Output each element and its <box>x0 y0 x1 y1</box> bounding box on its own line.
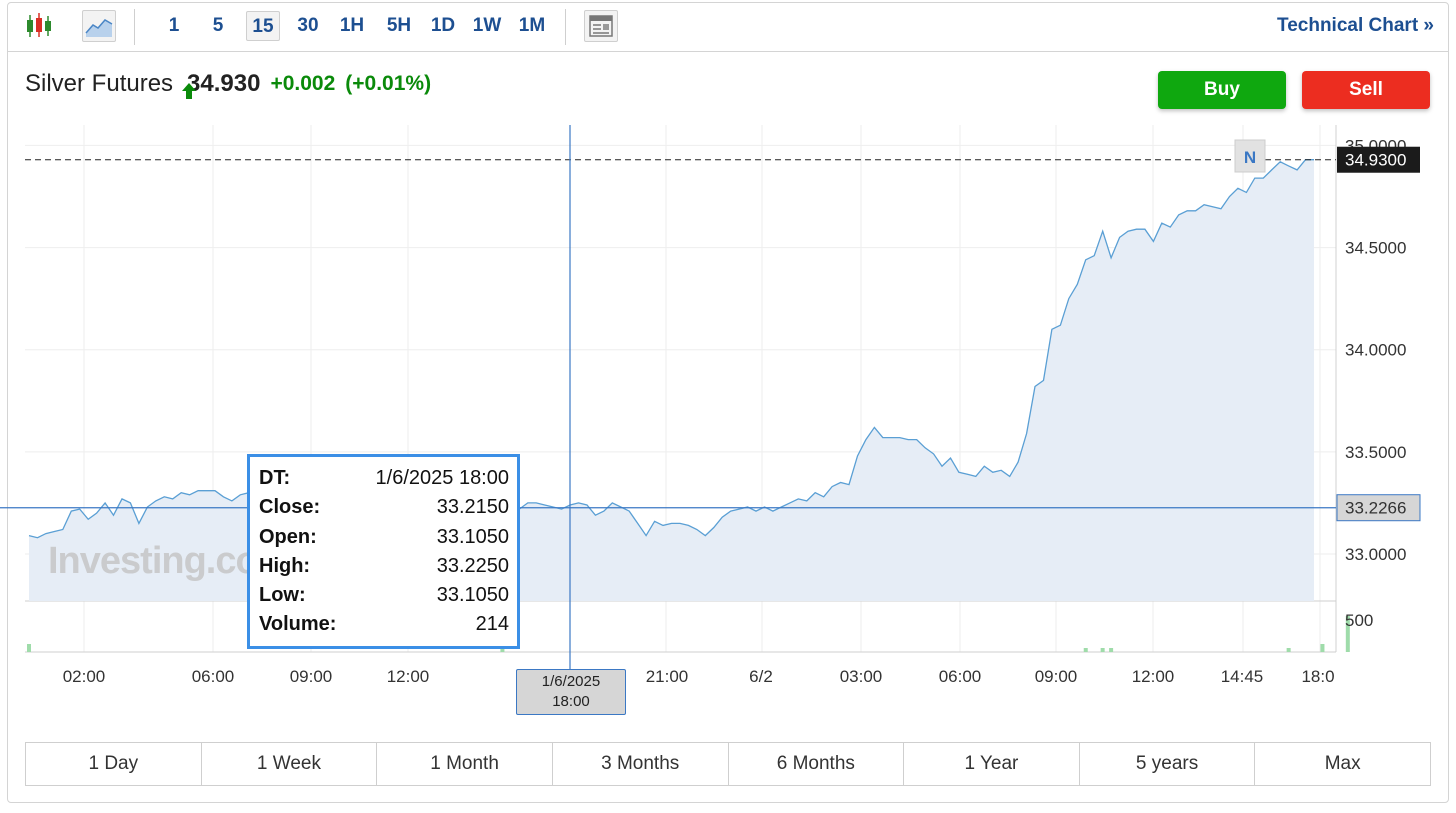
range-max-button[interactable]: Max <box>1255 743 1430 785</box>
x-tick-label: 06:00 <box>939 667 982 686</box>
tooltip-row: Low: 33.1050 <box>259 584 509 613</box>
crosshair-date: 1/6/2025 <box>541 673 601 690</box>
range-selector: 1 Day 1 Week 1 Month 3 Months 6 Months 1 Year… <box>25 742 1431 786</box>
tooltip-value: 1/6/2025 18:00 <box>375 467 509 489</box>
y-tick-label: 34.0000 <box>1345 341 1406 360</box>
tooltip-value: 33.1050 <box>436 525 509 548</box>
x-tick-label: 14:45 <box>1221 667 1264 686</box>
price-area-fill <box>29 159 1314 601</box>
volume-bar <box>1100 648 1105 652</box>
volume-bar <box>1083 648 1088 652</box>
investing-watermark-logo: Investing.co <box>48 540 259 582</box>
tooltip-row: DT: 1/6/2025 18:00 <box>259 467 509 496</box>
range-3-months-button[interactable]: 3 Months <box>553 743 729 785</box>
tooltip-key: Close: <box>259 496 321 519</box>
volume-tick-label: 500 <box>1345 611 1373 630</box>
volume-bar <box>1109 648 1114 652</box>
tooltip-key: DT: <box>259 467 291 489</box>
range-1-year-button[interactable]: 1 Year <box>904 743 1080 785</box>
tooltip-value: 214 <box>475 613 509 636</box>
last-price-label: 34.9300 <box>1345 151 1406 170</box>
tooltip-key: High: <box>259 554 311 577</box>
tooltip-key: Open: <box>259 525 317 548</box>
x-tick-label: 09:00 <box>290 667 333 686</box>
tooltip-key: Volume: <box>259 613 337 636</box>
volume-bar <box>27 644 31 652</box>
tooltip-row: High: 33.2250 <box>259 555 509 584</box>
news-marker-label: N <box>1244 148 1256 167</box>
tooltip-row: Volume: 214 <box>259 613 509 642</box>
volume-bar <box>1320 644 1325 652</box>
x-tick-label: 18:0 <box>1301 667 1334 686</box>
range-1-month-button[interactable]: 1 Month <box>377 743 553 785</box>
tooltip-value: 33.1050 <box>436 584 509 607</box>
x-tick-label: 03:00 <box>840 667 883 686</box>
tooltip-key: Low: <box>259 584 306 607</box>
range-5-years-button[interactable]: 5 years <box>1080 743 1256 785</box>
x-tick-label: 02:00 <box>63 667 106 686</box>
x-tick-label: 6/2 <box>749 667 773 686</box>
x-tick-label: 12:00 <box>387 667 430 686</box>
tooltip-row: Open: 33.1050 <box>259 526 509 555</box>
crosshair-price-label: 33.2266 <box>1345 499 1406 518</box>
range-1-week-button[interactable]: 1 Week <box>202 743 378 785</box>
x-tick-label: 12:00 <box>1132 667 1175 686</box>
x-tick-label: 06:00 <box>192 667 235 686</box>
x-tick-label: 09:00 <box>1035 667 1078 686</box>
tooltip-value: 33.2150 <box>436 496 509 519</box>
tooltip-value: 33.2250 <box>436 554 509 577</box>
price-chart[interactable]: 35.000034.500034.000033.500033.000050034… <box>0 0 1456 813</box>
tooltip-row: Close: 33.2150 <box>259 496 509 525</box>
x-tick-label: 21:00 <box>646 667 689 686</box>
range-1-day-button[interactable]: 1 Day <box>26 743 202 785</box>
y-tick-label: 33.5000 <box>1345 443 1406 462</box>
ohlc-tooltip: DT: 1/6/2025 18:00 Close: 33.2150 Open: 33.10… <box>247 454 520 649</box>
y-tick-label: 33.0000 <box>1345 545 1406 564</box>
y-tick-label: 34.5000 <box>1345 239 1406 258</box>
range-6-months-button[interactable]: 6 Months <box>729 743 905 785</box>
crosshair-time: 18:00 <box>552 693 590 710</box>
crosshair-date-label: 1/6/2025 18:00 <box>516 669 626 715</box>
volume-bar <box>1286 648 1291 652</box>
